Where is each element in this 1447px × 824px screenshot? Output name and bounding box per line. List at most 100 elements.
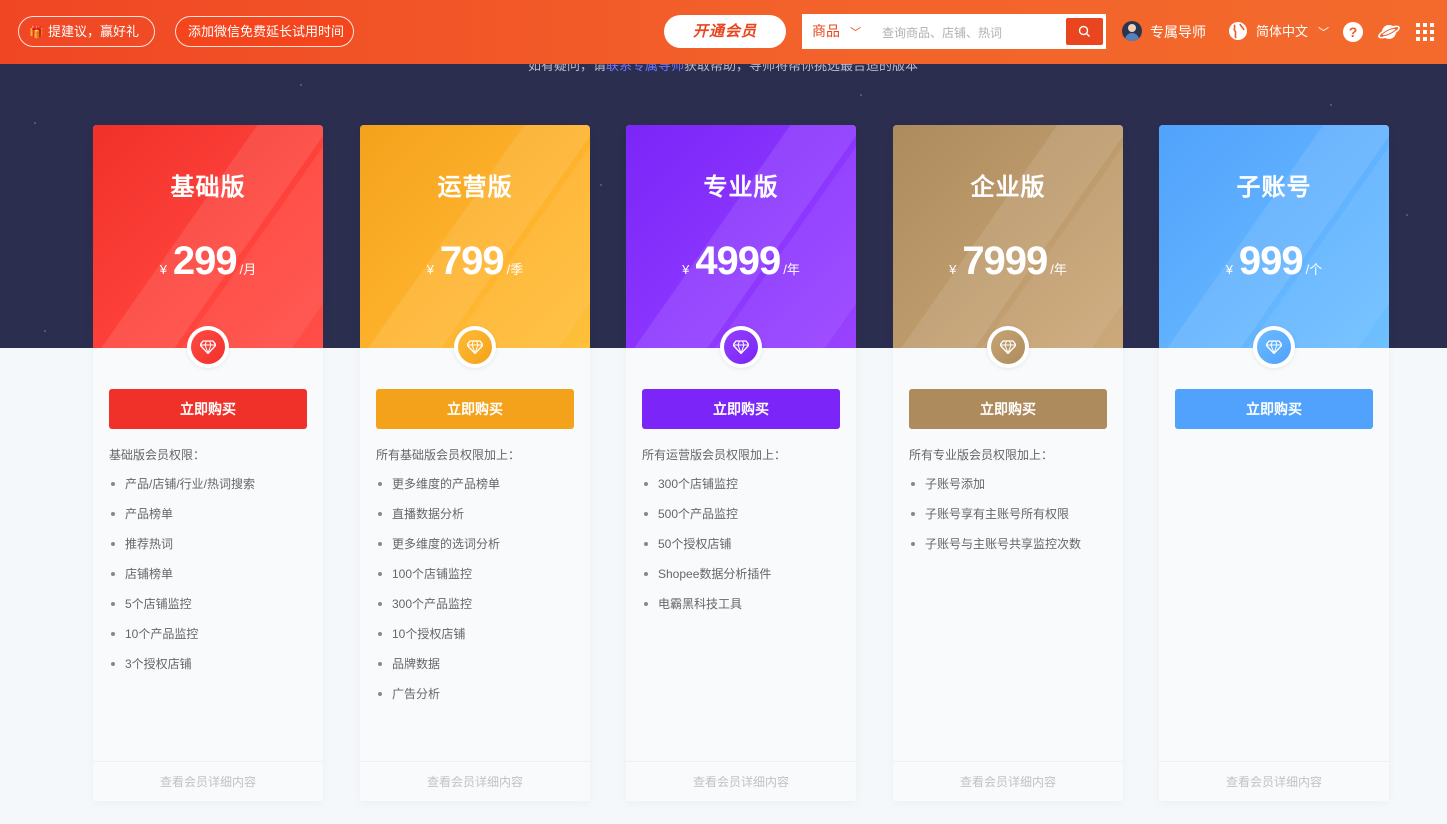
plan-card-header: 运营版 ¥799/季 — [360, 125, 590, 348]
view-details-link[interactable]: 查看会员详细内容 — [626, 761, 856, 802]
apps-grid-icon[interactable] — [1416, 23, 1434, 41]
language-label: 简体中文 — [1256, 24, 1309, 39]
search-button[interactable] — [1066, 18, 1103, 45]
plan-card-header: 子账号 ¥999/个 — [1159, 125, 1389, 348]
price-unit: /年 — [783, 262, 800, 277]
permission-item: 500个产品监控 — [642, 506, 771, 536]
permission-item: 300个店铺监控 — [642, 476, 771, 506]
plan-card: 基础版 ¥299/月 立即购买 基础版会员权限： 产品/店铺/行业/热词搜索 产品… — [93, 125, 323, 801]
top-header: 🎁提建议，赢好礼 添加微信免费延长试用时间 开通会员 商品 ﹀ 专属导师 简体中文… — [0, 0, 1447, 64]
price-amount: 299 — [172, 239, 238, 283]
buy-now-button[interactable]: 立即购买 — [642, 389, 840, 429]
price-unit: /季 — [506, 262, 524, 277]
diamond-icon — [1000, 340, 1016, 354]
permission-item: 子账号与主账号共享监控次数 — [909, 536, 1081, 566]
gift-icon: 🎁 — [29, 25, 44, 39]
mentor-contact-link[interactable]: 联系专属导师 — [606, 64, 684, 73]
language-select[interactable]: 简体中文 ﹀ — [1228, 21, 1329, 43]
plan-card: 专业版 ¥4999/年 立即购买 所有运营版会员权限加上： 300个店铺监控 50… — [626, 125, 856, 801]
wechat-trial-button[interactable]: 添加微信免费延长试用时间 — [175, 16, 354, 47]
permission-item: 100个店铺监控 — [376, 566, 500, 596]
plan-price: ¥4999/年 — [626, 239, 856, 284]
permission-item: 推荐热词 — [109, 536, 255, 566]
permissions-list: 产品/店铺/行业/热词搜索 产品榜单 推荐热词 店铺榜单 5个店铺监控 10个产品监控 3个… — [109, 476, 255, 686]
permissions-list: 更多维度的产品榜单 直播数据分析 更多维度的选词分析 100个店铺监控 300个产品监控… — [376, 476, 500, 716]
open-vip-button[interactable]: 开通会员 — [664, 15, 786, 48]
price-currency: ¥ — [949, 262, 957, 277]
plan-title: 子账号 — [1236, 174, 1312, 201]
plan-price: ¥7999/年 — [893, 239, 1123, 284]
mentor-link[interactable]: 专属导师 — [1122, 21, 1206, 43]
search-category-select[interactable]: 商品 ﹀ — [812, 16, 861, 47]
view-details-link[interactable]: 查看会员详细内容 — [93, 761, 323, 802]
hero-help-note: 如有疑问，请联系专属导师获取帮助，导师将帮你挑选最合适的版本 — [528, 64, 918, 74]
buy-now-button[interactable]: 立即购买 — [909, 389, 1107, 429]
search-icon — [1078, 25, 1090, 37]
globe-icon — [1229, 22, 1247, 40]
price-unit: /个 — [1305, 262, 1323, 277]
search-category-label: 商品 — [812, 23, 840, 39]
plan-price: ¥799/季 — [360, 239, 590, 284]
buy-now-button[interactable]: 立即购买 — [109, 389, 307, 429]
mentor-label: 专属导师 — [1150, 24, 1206, 40]
permissions-heading: 所有运营版会员权限加上： — [642, 448, 787, 462]
permission-item: 电霸黑科技工具 — [642, 596, 771, 626]
plan-title: 专业版 — [703, 174, 779, 201]
plan-card-header: 专业版 ¥4999/年 — [626, 125, 856, 348]
search-bar: 商品 ﹀ — [802, 14, 1106, 49]
permission-item: 子账号添加 — [909, 476, 1081, 506]
diamond-badge — [720, 326, 762, 368]
plan-card-header: 基础版 ¥299/月 — [93, 125, 323, 348]
plan-title: 基础版 — [170, 174, 246, 201]
diamond-icon — [1266, 340, 1282, 354]
hero-note-text: 如有疑问，请 — [528, 64, 607, 73]
price-unit: /月 — [239, 262, 257, 277]
feedback-button[interactable]: 🎁 提建议，赢好礼 — [18, 16, 155, 47]
price-amount: 7999 — [962, 239, 1048, 283]
price-currency: ¥ — [682, 262, 690, 277]
permissions-list: 子账号添加 子账号享有主账号所有权限 子账号与主账号共享监控次数 — [909, 476, 1081, 566]
plan-card-header: 企业版 ¥7999/年 — [893, 125, 1123, 348]
plan-title: 运营版 — [437, 174, 513, 201]
permission-item: 子账号享有主账号所有权限 — [909, 506, 1081, 536]
view-details-link[interactable]: 查看会员详细内容 — [360, 761, 590, 802]
diamond-badge — [454, 326, 496, 368]
permission-item: 店铺榜单 — [109, 566, 255, 596]
avatar — [1122, 21, 1142, 41]
permission-item: 5个店铺监控 — [109, 596, 255, 626]
price-amount: 4999 — [695, 239, 781, 283]
permissions-heading: 所有专业版会员权限加上： — [909, 448, 1054, 462]
diamond-icon — [733, 340, 749, 354]
diamond-icon — [200, 340, 216, 354]
permission-item: Shopee数据分析插件 — [642, 566, 771, 596]
permission-item: 直播数据分析 — [376, 506, 500, 536]
plan-card: 子账号 ¥999/个 立即购买 查看会员详细内容 — [1159, 125, 1389, 801]
price-currency: ¥ — [1225, 262, 1233, 277]
permission-item: 3个授权店铺 — [109, 656, 255, 686]
permission-item: 10个产品监控 — [109, 626, 255, 656]
permissions-heading: 基础版会员权限： — [109, 448, 206, 462]
price-amount: 999 — [1238, 239, 1304, 283]
permission-item: 产品/店铺/行业/热词搜索 — [109, 476, 255, 506]
permission-item: 品牌数据 — [376, 656, 500, 686]
search-input[interactable] — [880, 21, 1064, 44]
permission-item: 更多维度的选词分析 — [376, 536, 500, 566]
chevron-down-icon: ﹀ — [850, 27, 861, 39]
view-details-link[interactable]: 查看会员详细内容 — [1159, 761, 1389, 802]
help-icon[interactable]: ? — [1343, 22, 1363, 42]
permissions-heading: 所有基础版会员权限加上： — [376, 448, 521, 462]
buy-now-button[interactable]: 立即购买 — [1175, 389, 1373, 429]
permission-item: 10个授权店铺 — [376, 626, 500, 656]
permission-item: 产品榜单 — [109, 506, 255, 536]
price-currency: ¥ — [159, 262, 167, 277]
feedback-label: 提建议，赢好礼 — [47, 24, 139, 39]
hero-note-text: 获取帮助，导师将帮你挑选最合适的版本 — [684, 64, 919, 73]
planet-icon[interactable] — [1378, 21, 1400, 43]
permission-item: 广告分析 — [376, 686, 500, 716]
plan-title: 企业版 — [970, 174, 1046, 201]
plan-price: ¥299/月 — [93, 239, 323, 284]
view-details-link[interactable]: 查看会员详细内容 — [893, 761, 1123, 802]
plan-price: ¥999/个 — [1159, 239, 1389, 284]
plan-card: 运营版 ¥799/季 立即购买 所有基础版会员权限加上： 更多维度的产品榜单 直播… — [360, 125, 590, 801]
buy-now-button[interactable]: 立即购买 — [376, 389, 574, 429]
